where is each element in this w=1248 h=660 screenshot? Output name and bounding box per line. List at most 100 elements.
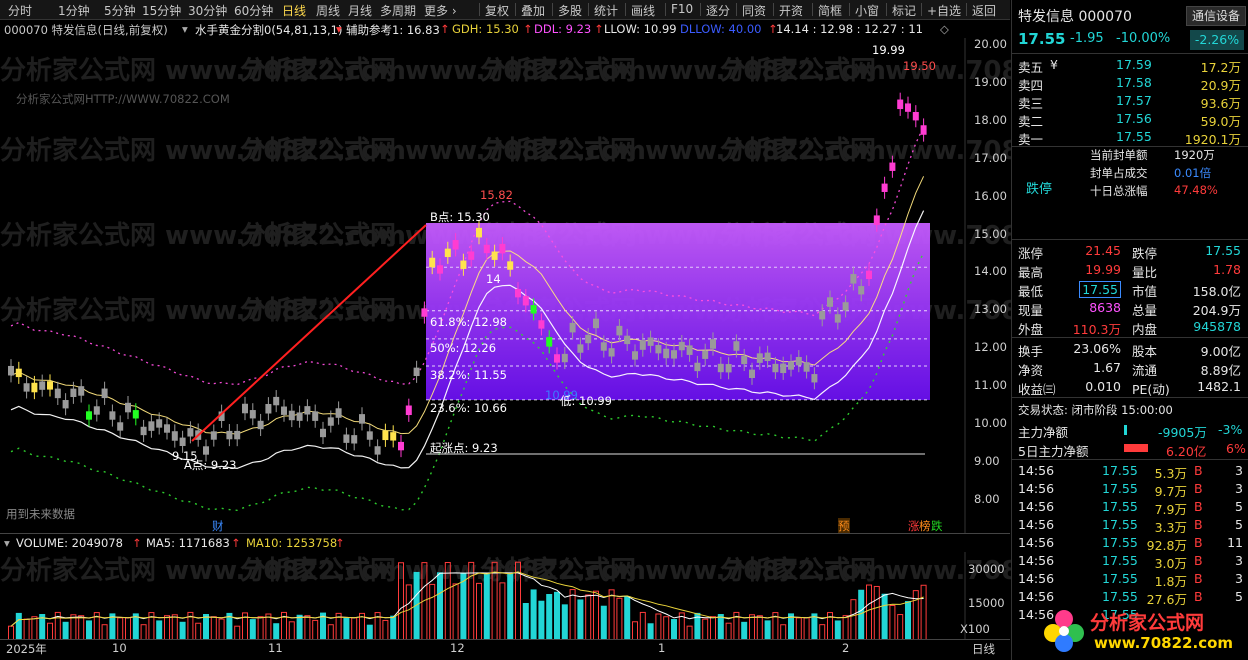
tick-time: 14:56 bbox=[1018, 553, 1055, 568]
candle-body bbox=[39, 381, 46, 390]
price-tick: 19.00 bbox=[974, 74, 1007, 89]
dropdown-arrow-icon[interactable]: ▾ bbox=[336, 22, 342, 36]
period-tab-8[interactable]: 月线 bbox=[348, 2, 372, 19]
toolbar-button-9[interactable]: 简框 bbox=[818, 2, 842, 19]
tick-row[interactable]: 14:56 17.55 9.7万 B 3 bbox=[1012, 480, 1248, 499]
candle-body bbox=[632, 351, 638, 360]
volume-bar-down bbox=[671, 619, 677, 640]
period-tab-10[interactable]: 更多 › bbox=[424, 2, 457, 19]
toolbar-button-1[interactable]: 叠加 bbox=[521, 2, 545, 19]
limit-up-mark[interactable]: 涨 bbox=[908, 518, 920, 534]
candle-body bbox=[359, 414, 365, 424]
main-flow-label: 主力净额 bbox=[1018, 425, 1069, 440]
tick-count: 3 bbox=[1235, 571, 1243, 586]
price-tick: 18.00 bbox=[974, 112, 1007, 127]
volume-bar-down bbox=[156, 620, 163, 640]
date-tick: 2 bbox=[842, 641, 850, 655]
volume-bar-down bbox=[522, 603, 529, 640]
toolbar-button-3[interactable]: 统计 bbox=[594, 2, 618, 19]
toolbar-button-4[interactable]: 画线 bbox=[631, 2, 655, 19]
indicator-name[interactable]: 水手黄金分割0(54,81,13,1) bbox=[195, 22, 342, 38]
period-tab-3[interactable]: 15分钟 bbox=[142, 2, 181, 19]
period-tab-7[interactable]: 周线 bbox=[316, 2, 340, 19]
b-point-label: B点: 15.30 bbox=[430, 210, 490, 224]
candle-body bbox=[296, 412, 303, 421]
tick-price: 17.55 bbox=[1102, 517, 1138, 532]
candle-body bbox=[413, 367, 420, 377]
ask-row[interactable]: 卖二 17.56 59.0万 bbox=[1012, 110, 1248, 129]
kline-chart[interactable] bbox=[0, 38, 1010, 533]
volume-bar-up bbox=[23, 618, 30, 640]
toolbar-button-11[interactable]: 标记 bbox=[892, 2, 916, 19]
main-flow5-label: 5日主力净额 bbox=[1018, 444, 1089, 459]
volume-bar-up bbox=[663, 616, 670, 640]
limit-down-mark[interactable]: 跌 bbox=[931, 518, 943, 534]
arrow-icon: ↑ bbox=[440, 22, 450, 36]
toolbar-separator bbox=[479, 3, 480, 16]
forecast-mark[interactable]: 预 bbox=[838, 518, 850, 534]
tick-row[interactable]: 14:56 17.55 1.8万 B 3 bbox=[1012, 570, 1248, 589]
toolbar-button-2[interactable]: 多股 bbox=[558, 2, 582, 19]
main-flow-value: -9905万 bbox=[1158, 425, 1207, 440]
candle-body bbox=[444, 248, 451, 258]
tick-row[interactable]: 14:56 17.55 3.3万 B 5 bbox=[1012, 516, 1248, 535]
period-tab-0[interactable]: 分时 bbox=[8, 2, 32, 19]
ask-row[interactable]: 卖四 17.58 20.9万 bbox=[1012, 74, 1248, 93]
tick-row[interactable]: 14:56 17.55 5.3万 B 3 bbox=[1012, 462, 1248, 481]
toolbar-button-6[interactable]: 逐分 bbox=[706, 2, 730, 19]
period-tab-9[interactable]: 多周期 bbox=[380, 2, 416, 19]
period-tab-2[interactable]: 5分钟 bbox=[104, 2, 136, 19]
period-tab-5[interactable]: 60分钟 bbox=[234, 2, 273, 19]
volume-bar-up bbox=[889, 604, 896, 640]
industry-button[interactable]: 通信设备 bbox=[1186, 6, 1246, 26]
candle-body bbox=[600, 342, 607, 351]
toolbar-button-5[interactable]: F10 bbox=[671, 2, 693, 16]
ask-row[interactable]: 卖三 17.57 93.6万 bbox=[1012, 92, 1248, 111]
rank-mark[interactable]: 榜 bbox=[919, 518, 931, 534]
tick-row[interactable]: 14:56 17.55 3.0万 B 3 bbox=[1012, 552, 1248, 571]
chevron-down-icon[interactable]: ▾ bbox=[182, 22, 188, 36]
period-tab-1[interactable]: 1分钟 bbox=[58, 2, 90, 19]
f14-label: 14 bbox=[486, 272, 501, 286]
volume-bar-up bbox=[593, 590, 599, 640]
ask-row[interactable]: 卖一 17.55 1920.1万 bbox=[1012, 128, 1248, 147]
stat-value: 1.67 bbox=[1093, 360, 1121, 375]
toolbar-button-12[interactable]: +自选 bbox=[927, 2, 961, 19]
volume-chart[interactable] bbox=[0, 552, 1010, 640]
volume-bar-up bbox=[819, 624, 826, 640]
toolbar-button-8[interactable]: 开资 bbox=[779, 2, 803, 19]
tick-count: 3 bbox=[1235, 463, 1243, 478]
toolbar-button-7[interactable]: 同资 bbox=[742, 2, 766, 19]
candle-body bbox=[811, 374, 818, 383]
chevron-down-icon[interactable]: ▾ bbox=[4, 536, 10, 550]
volume-bar-up bbox=[140, 624, 147, 640]
ask-row[interactable]: 卖五 ¥17.59 17.2万 bbox=[1012, 56, 1248, 75]
period-label-bottom[interactable]: 日线 bbox=[972, 641, 995, 657]
candle-body bbox=[819, 311, 826, 320]
period-tab-4[interactable]: 30分钟 bbox=[188, 2, 227, 19]
toolbar-button-0[interactable]: 复权 bbox=[485, 2, 509, 19]
volume-bar-up bbox=[842, 615, 849, 640]
toolbar-button-13[interactable]: 返回 bbox=[972, 2, 996, 19]
candle-body bbox=[920, 125, 927, 135]
volume-bar-down bbox=[437, 572, 443, 640]
volume-bar-down bbox=[530, 589, 537, 640]
candle-body bbox=[78, 386, 85, 396]
candle-body bbox=[468, 251, 475, 260]
toolbar-button-10[interactable]: 小窗 bbox=[855, 2, 879, 19]
volume-bar-up bbox=[164, 615, 170, 640]
volume-bar-down bbox=[546, 594, 553, 640]
volume-bar-down bbox=[538, 600, 545, 640]
period-tab-6[interactable]: 日线 bbox=[282, 2, 306, 19]
candle-body bbox=[483, 244, 490, 254]
tick-row[interactable]: 14:56 17.55 7.9万 B 5 bbox=[1012, 498, 1248, 517]
volume-bar-up bbox=[702, 618, 709, 640]
price-change: -1.95 bbox=[1070, 31, 1104, 46]
candle-body bbox=[398, 441, 404, 451]
diamond-icon[interactable]: ◇ bbox=[940, 22, 949, 36]
stat-value[interactable]: 17.55 bbox=[1079, 281, 1121, 298]
finance-mark[interactable]: 财 bbox=[212, 518, 224, 534]
fib-382-label: 38.2%: 11.55 bbox=[430, 368, 507, 382]
tick-row[interactable]: 14:56 17.55 92.8万 B 11 bbox=[1012, 534, 1248, 553]
vol-axis-15000: 15000 bbox=[968, 596, 1005, 610]
